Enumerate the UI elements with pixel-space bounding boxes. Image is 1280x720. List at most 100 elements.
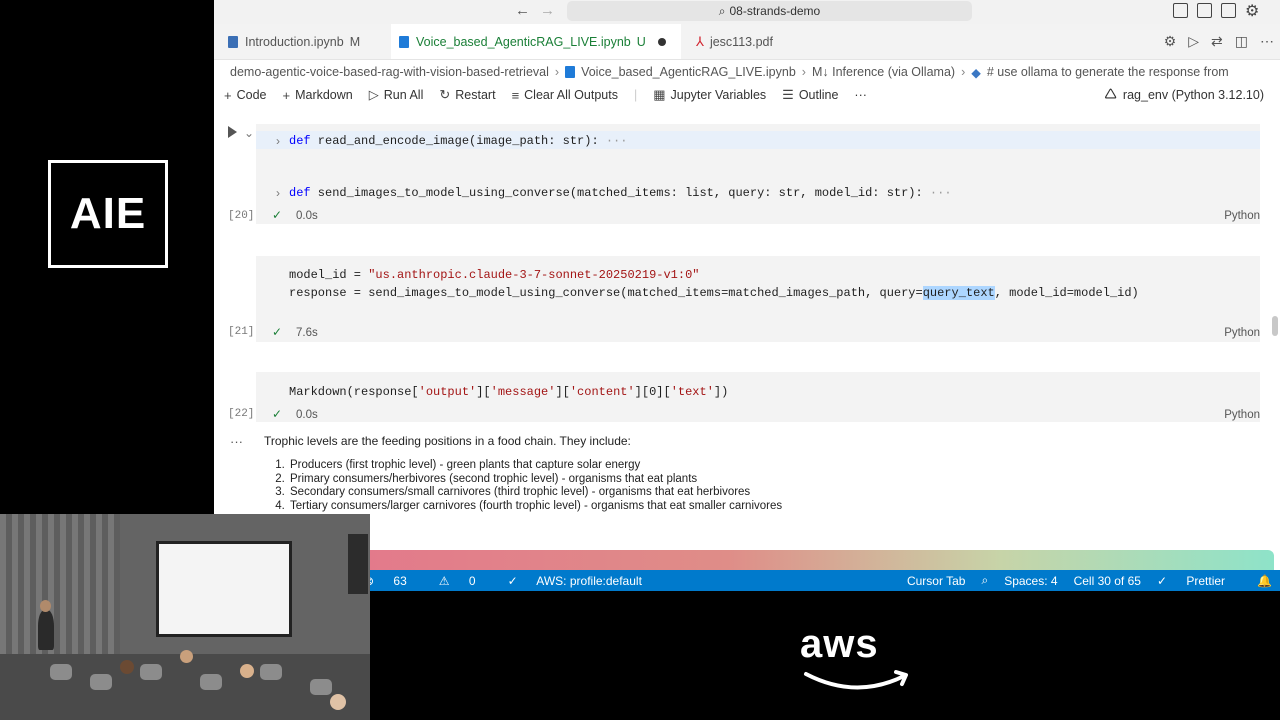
command-center-search[interactable]: ⌕ 08-strands-demo — [567, 1, 972, 21]
status-bar: ⊗ 63 ⚠ 0 ✓ AWS: profile:default Cursor T… — [364, 570, 1280, 591]
plus-icon: + — [224, 87, 232, 103]
cell-language[interactable]: Python — [1224, 409, 1260, 421]
restart-button[interactable]: ↻ Restart — [439, 87, 495, 103]
code-line[interactable]: def send_images_to_model_using_converse(… — [289, 186, 952, 200]
run-options-chevron-icon[interactable]: ⌄ — [244, 126, 254, 140]
run-all-icon: ▷ — [368, 87, 379, 102]
variables-icon: ▦ — [653, 87, 666, 102]
restart-icon: ↻ — [439, 87, 451, 102]
kernel-icon: 🛆 — [1104, 86, 1117, 101]
list-item: Secondary consumers/small carnivores (th… — [288, 486, 782, 500]
gear-icon[interactable]: ⚙ — [1164, 33, 1177, 50]
toggle-panel-icon[interactable] — [1197, 3, 1212, 18]
plus-icon: + — [282, 87, 291, 103]
tab-label: Voice_based_AgenticRAG_LIVE.ipynb — [416, 34, 631, 49]
toggle-primary-sidebar-icon[interactable] — [1173, 3, 1188, 18]
prettier[interactable]: ✓ Prettier — [1157, 574, 1241, 588]
audience-head — [180, 650, 193, 663]
notebook-icon — [399, 35, 409, 48]
aws-profile[interactable]: ✓ AWS: profile:default — [508, 574, 658, 588]
tab-introduction[interactable]: Introduction.ipynb M — [220, 24, 368, 59]
code-line[interactable]: model_id = "us.anthropic.claude-3-7-sonn… — [289, 268, 699, 282]
aws-smile-icon — [804, 670, 908, 690]
scrollbar-thumb[interactable] — [1272, 316, 1278, 336]
cell-language[interactable]: Python — [1224, 327, 1260, 339]
list-item: Tertiary consumers/larger carnivores (fo… — [288, 500, 782, 514]
projector-screen — [156, 541, 292, 637]
audience-head — [120, 660, 134, 674]
kernel-label: rag_env (Python 3.12.10) — [1122, 88, 1264, 102]
list-item: Producers (first trophic level) - green … — [288, 459, 782, 473]
breadcrumb: demo-agentic-voice-based-rag-with-vision… — [214, 60, 1280, 84]
breadcrumb-cell[interactable]: # use ollama to generate the response fr… — [987, 65, 1229, 79]
warning-icon: ⚠ — [438, 573, 450, 588]
audience-head — [240, 664, 254, 678]
aie-logo: AIE — [48, 160, 168, 268]
kernel-picker[interactable]: 🛆 rag_env (Python 3.12.10) — [1104, 84, 1264, 106]
editor-tab-bar: Introduction.ipynb M Voice_based_Agentic… — [214, 24, 1280, 60]
tab-label: jesc113.pdf — [709, 34, 773, 49]
list-item: Primary consumers/herbivores (second tro… — [288, 473, 782, 487]
fold-chevron-icon[interactable]: › — [276, 134, 280, 148]
outline-button[interactable]: ☰ Outline — [782, 87, 838, 103]
compare-changes-icon[interactable]: ⇄ — [1211, 33, 1223, 50]
clear-outputs-icon: ≡ — [511, 87, 520, 103]
notebook-cells: ⌄ › def read_and_encode_image(image_path… — [214, 112, 1280, 554]
speaker-box — [348, 534, 368, 594]
audience-chair — [90, 674, 112, 690]
window-title: 08-strands-demo — [729, 4, 821, 18]
chevron-right-icon: › — [554, 65, 560, 79]
pdf-icon: ⅄ — [696, 33, 704, 49]
run-cell-icon[interactable] — [228, 126, 237, 138]
cell-position[interactable]: Cell 30 of 65 — [1074, 574, 1141, 588]
outline-icon: ☰ — [782, 87, 794, 102]
execution-time: 0.0s — [296, 210, 318, 222]
cell-language[interactable]: Python — [1224, 210, 1260, 222]
add-markdown-cell-button[interactable]: + Markdown — [282, 88, 352, 103]
code-line[interactable]: def read_and_encode_image(image_path: st… — [289, 134, 627, 148]
cursor-tab[interactable]: Cursor Tab — [907, 574, 965, 588]
output-intro: Trophic levels are the feeding positions… — [264, 434, 631, 448]
code-line[interactable]: response = send_images_to_model_using_co… — [289, 286, 1139, 300]
settings-gear-icon[interactable]: ⚙ — [1245, 1, 1259, 21]
more-actions-icon[interactable]: ⋯ — [1260, 33, 1274, 50]
zoom-icon[interactable]: ⌕ — [981, 573, 988, 588]
errors-count[interactable]: ⊗ 63 — [364, 574, 423, 588]
run-icon[interactable]: ▷ — [1188, 33, 1199, 50]
double-check-icon: ✓ — [1156, 573, 1168, 588]
breadcrumb-section[interactable]: M↓ Inference (via Ollama) — [812, 65, 955, 79]
output-actions-icon[interactable]: ··· — [230, 434, 243, 449]
tab-status: M — [349, 34, 361, 49]
unsaved-dot-icon[interactable] — [657, 37, 666, 46]
chevron-right-icon: › — [961, 65, 966, 79]
selected-text: query_text — [922, 286, 995, 300]
audience-chair — [260, 664, 282, 680]
tab-jesc113-pdf[interactable]: ⅄ jesc113.pdf — [688, 24, 781, 59]
indentation[interactable]: Spaces: 4 — [1004, 574, 1057, 588]
audience-chair — [310, 679, 332, 695]
back-arrow-icon[interactable]: ← — [515, 2, 530, 19]
notifications-bell-icon[interactable]: 🔔 — [1257, 574, 1272, 588]
warnings-count[interactable]: ⚠ 0 — [439, 574, 492, 588]
more-toolbar-button[interactable]: ··· — [854, 88, 867, 102]
notebook-icon — [228, 35, 238, 48]
breadcrumb-folder[interactable]: demo-agentic-voice-based-rag-with-vision… — [230, 65, 549, 79]
add-code-cell-button[interactable]: + Code — [224, 88, 266, 103]
presenter-figure — [38, 610, 54, 650]
python-icon: ◆ — [971, 65, 981, 80]
jupyter-variables-button[interactable]: ▦ Jupyter Variables — [653, 87, 766, 103]
clear-all-outputs-button[interactable]: ≡ Clear All Outputs — [512, 88, 618, 103]
run-all-button[interactable]: ▷ Run All — [369, 87, 424, 103]
forward-arrow-icon[interactable]: → — [540, 2, 555, 19]
ide-window: ← → ⌕ 08-strands-demo ⚙ Introduction.ipy… — [214, 0, 1280, 591]
tab-voice-based-agenticrag[interactable]: Voice_based_AgenticRAG_LIVE.ipynb U — [391, 24, 681, 59]
toggle-secondary-sidebar-icon[interactable] — [1221, 3, 1236, 18]
breadcrumb-file[interactable]: Voice_based_AgenticRAG_LIVE.ipynb — [581, 65, 796, 79]
code-line[interactable]: Markdown(response['output']['message']['… — [289, 385, 728, 399]
fold-chevron-icon[interactable]: › — [276, 186, 280, 200]
search-icon: ⌕ — [718, 3, 726, 18]
execution-time: 0.0s — [296, 409, 318, 421]
split-editor-icon[interactable]: ◫ — [1235, 33, 1248, 50]
success-check-icon: ✓ — [272, 208, 283, 222]
success-check-icon: ✓ — [272, 407, 283, 421]
